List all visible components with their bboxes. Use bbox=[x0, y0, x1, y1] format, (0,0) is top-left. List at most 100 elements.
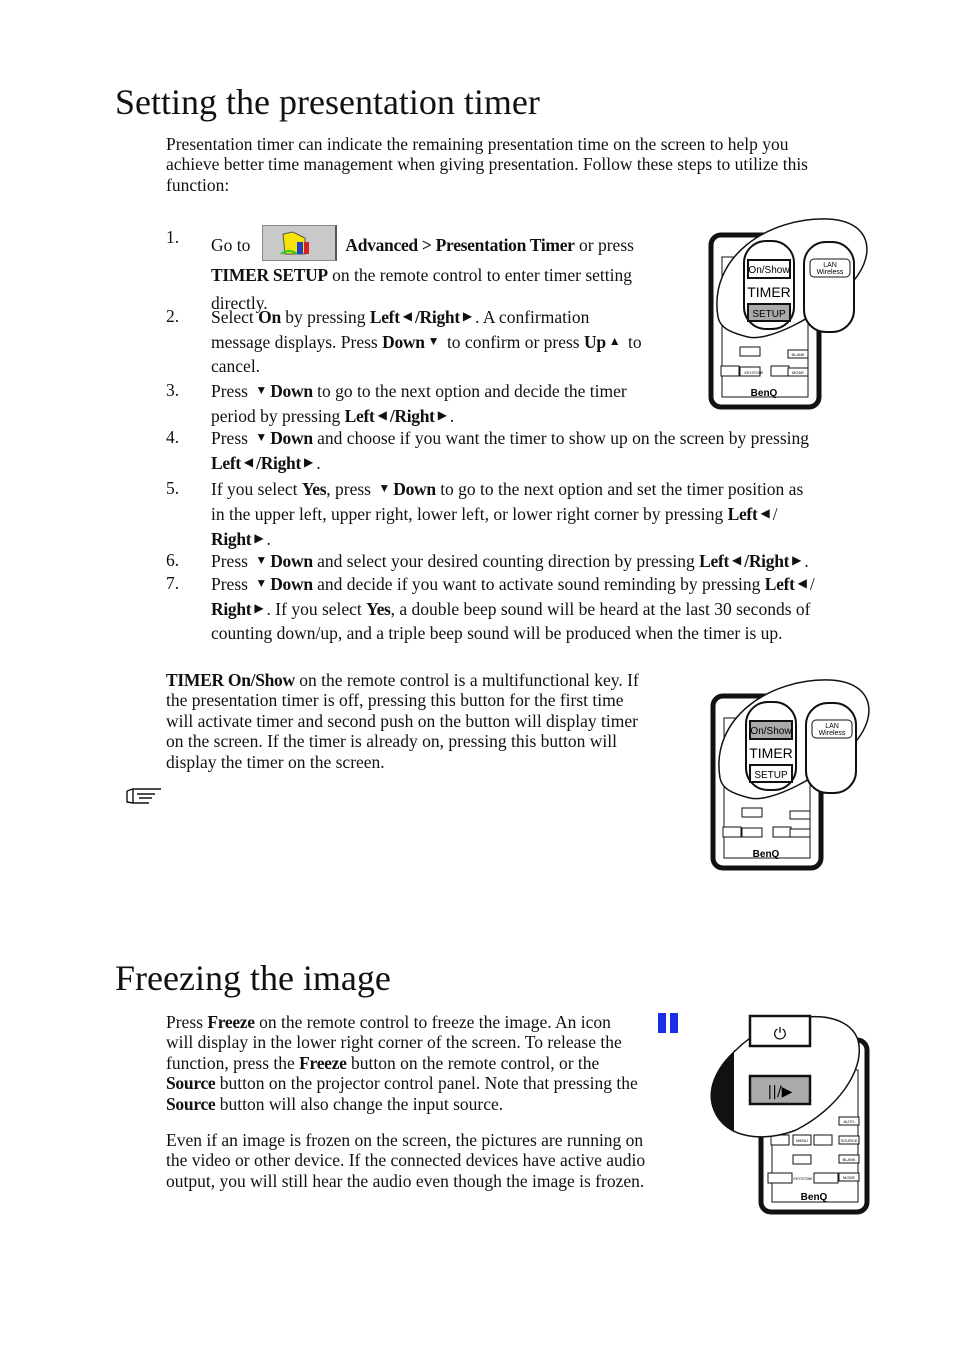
step-7: 7. Press ▼ Down and decide if you want to … bbox=[166, 571, 876, 645]
section-title-freeze: Freezing the image bbox=[115, 958, 391, 998]
text-run: If you select bbox=[211, 479, 302, 499]
svg-text:KEYSTONE: KEYSTONE bbox=[745, 371, 765, 375]
text-run: to go to the next option and decide the … bbox=[312, 381, 627, 401]
bold-term: Up bbox=[584, 332, 606, 352]
step-text: If you select Yes, press ▼ Down to go to … bbox=[211, 476, 876, 551]
svg-text:BenQ: BenQ bbox=[753, 849, 780, 860]
step-4: 4. Press ▼ Down and choose if you want the… bbox=[166, 425, 876, 475]
svg-text:On/Show: On/Show bbox=[748, 265, 790, 276]
text-run: . bbox=[316, 453, 321, 473]
step-number: 3. bbox=[166, 380, 180, 400]
svg-text:TIMER: TIMER bbox=[749, 745, 793, 761]
text-run: display the timer on the screen. bbox=[166, 751, 385, 772]
step-3: 3. Press ▼ Down to go to the next option a… bbox=[166, 378, 686, 428]
bold-term: Down bbox=[270, 551, 313, 571]
timer-note: TIMER On/Show on the remote control is a… bbox=[166, 670, 639, 772]
svg-text:BLANK: BLANK bbox=[842, 1157, 855, 1162]
bold-term: Advanced > Presentation Timer bbox=[345, 235, 575, 255]
text-run: Press bbox=[211, 428, 253, 448]
bold-term: /Right bbox=[414, 307, 460, 327]
up-arrow-icon: ▲ bbox=[608, 334, 621, 348]
advanced-menu-icon bbox=[262, 225, 338, 261]
text-run: to bbox=[623, 332, 642, 352]
down-arrow-icon: ▼ bbox=[255, 383, 268, 397]
text-run: and select your desired counting directi… bbox=[312, 551, 700, 571]
text-run: / bbox=[809, 574, 815, 594]
svg-text:Wireless: Wireless bbox=[817, 269, 844, 276]
text-run: Press bbox=[211, 381, 253, 401]
remote-timer-image-1: BLANK MODE KEYSTONE BenQ On/Show TIMER S… bbox=[708, 218, 868, 410]
section-title-timer: Setting the presentation timer bbox=[115, 82, 540, 122]
text-run: on the remote control to enter timer set… bbox=[327, 265, 633, 285]
right-arrow-icon: ▶ bbox=[462, 309, 473, 323]
left-arrow-icon: ◀ bbox=[760, 506, 770, 520]
bold-term: Source bbox=[166, 1093, 216, 1114]
left-arrow-icon: ◀ bbox=[402, 309, 412, 323]
bold-term: Left bbox=[369, 307, 400, 327]
left-arrow-icon: ◀ bbox=[732, 553, 742, 567]
step-number: 2. bbox=[166, 306, 180, 326]
text-run: Press bbox=[211, 574, 253, 594]
note-hand-icon bbox=[126, 788, 161, 804]
text-run: on the remote control is a multifunction… bbox=[294, 670, 639, 690]
bold-term: Yes bbox=[366, 599, 391, 619]
right-arrow-icon: ▶ bbox=[304, 455, 314, 469]
svg-text:On/Show: On/Show bbox=[750, 726, 792, 737]
pause-icon bbox=[658, 1013, 678, 1033]
text-run: will display in the lower right corner o… bbox=[166, 1032, 622, 1053]
bold-term: Source bbox=[166, 1073, 216, 1094]
bold-term: TIMER SETUP bbox=[211, 265, 328, 285]
text-run: period by pressing bbox=[211, 406, 345, 426]
power-icon: ⏻ bbox=[774, 1024, 787, 1043]
step-5: 5. If you select Yes, press ▼ Down to go t… bbox=[166, 476, 876, 551]
down-arrow-icon: ▼ bbox=[255, 576, 268, 590]
freeze-paragraph-1: Press Freeze on the remote control to fr… bbox=[166, 1012, 638, 1114]
text-run: function: bbox=[166, 174, 230, 195]
bold-term: Left bbox=[211, 453, 241, 473]
svg-text:KEYSTONE: KEYSTONE bbox=[794, 1177, 814, 1181]
down-arrow-icon: ▼ bbox=[255, 430, 268, 444]
text-run: or press bbox=[574, 235, 634, 255]
bold-term: TIMER On/Show bbox=[166, 670, 295, 690]
text-run: counting down/up, and a triple beep soun… bbox=[211, 623, 783, 643]
svg-text:TIMER: TIMER bbox=[747, 284, 791, 300]
bold-term: Left bbox=[764, 574, 795, 594]
down-arrow-icon: ▼ bbox=[378, 481, 391, 495]
text-run: , a double beep sound will be heard at t… bbox=[390, 599, 811, 619]
right-arrow-icon: ▶ bbox=[792, 553, 802, 567]
text-run: Select bbox=[211, 307, 259, 327]
down-arrow-icon: ▼ bbox=[427, 334, 440, 348]
bold-term: Left bbox=[727, 504, 758, 524]
text-run: function, press the bbox=[166, 1052, 300, 1073]
down-arrow-icon: ▼ bbox=[255, 553, 268, 567]
svg-text:AUTO: AUTO bbox=[843, 1119, 854, 1124]
svg-text:LAN: LAN bbox=[823, 262, 837, 269]
step-2: 2. Select On by pressing Left ◀/Right ▶. A … bbox=[166, 304, 686, 378]
svg-text:MODE: MODE bbox=[843, 1175, 855, 1180]
text-run: . If you select bbox=[266, 599, 367, 619]
bold-term: Left bbox=[699, 551, 730, 571]
text-run: the video or other device. If the connec… bbox=[166, 1150, 646, 1171]
svg-text:BenQ: BenQ bbox=[751, 388, 778, 399]
svg-text:Wireless: Wireless bbox=[819, 730, 846, 737]
left-arrow-icon: ◀ bbox=[797, 576, 807, 590]
manual-page: Setting the presentation timer Presentat… bbox=[0, 0, 954, 1352]
text-run: / bbox=[772, 504, 778, 524]
text-run: Presentation timer can indicate the rema… bbox=[166, 134, 789, 154]
text-run: achieve better time management when givi… bbox=[166, 154, 808, 175]
right-arrow-icon: ▶ bbox=[437, 408, 447, 422]
text-run: button will also change the input source… bbox=[215, 1093, 504, 1114]
text-run: . A confirmation bbox=[475, 307, 590, 327]
text-run: . bbox=[804, 551, 809, 571]
step-number: 7. bbox=[166, 573, 180, 593]
bold-term: Right bbox=[211, 529, 252, 549]
step-text: Press ▼ Down and select your desired coun… bbox=[211, 548, 876, 573]
bold-term: Yes bbox=[301, 479, 327, 499]
bold-term: Down bbox=[270, 574, 313, 594]
bold-term: Left bbox=[344, 406, 375, 426]
text-run: in the upper left, upper right, lower le… bbox=[211, 504, 728, 524]
text-run: . bbox=[266, 529, 271, 549]
svg-text:SOURCE: SOURCE bbox=[840, 1138, 857, 1143]
text-run: and choose if you want the timer to show… bbox=[312, 428, 809, 448]
text-run: Press bbox=[211, 551, 253, 571]
